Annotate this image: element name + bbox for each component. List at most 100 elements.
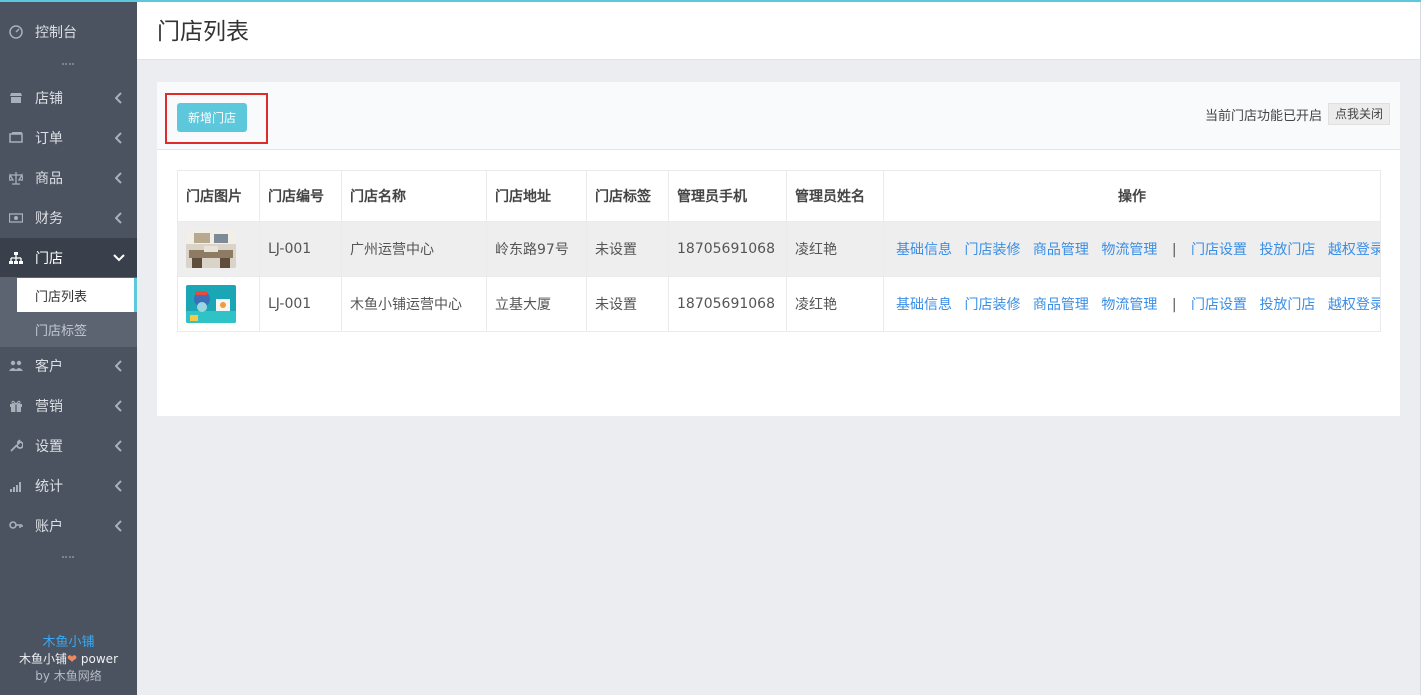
scale-icon <box>9 171 23 185</box>
sidebar-divider <box>62 556 74 558</box>
sidebar-item-stats[interactable]: 统计 <box>0 466 137 506</box>
sidebar-item-label: 客户 <box>35 359 63 375</box>
sidebar-item-settings[interactable]: 设置 <box>0 426 137 466</box>
chevron-left-icon <box>115 440 122 452</box>
store-code: LJ-001 <box>259 221 342 277</box>
store-address: 立基大厦 <box>486 276 587 332</box>
submenu-store-tags[interactable]: 门店标签 <box>17 312 137 346</box>
action-store-settings[interactable]: 门店设置 <box>1191 242 1247 258</box>
store-tag: 未设置 <box>586 276 669 332</box>
sidebar-item-label: 订单 <box>35 131 63 147</box>
store-thumbnail[interactable] <box>186 285 236 323</box>
action-goods-management[interactable]: 商品管理 <box>1033 297 1089 313</box>
store-name: 广州运营中心 <box>341 221 487 277</box>
store-table: 门店图片 门店编号 门店名称 门店地址 门店标签 管理员手机 管理员姓名 操作 … <box>177 170 1381 332</box>
store-list-card: 新增门店 当前门店功能已开启 点我关闭 门店图片 门店编号 门店名称 门店地址 … <box>157 82 1400 416</box>
chevron-left-icon <box>115 520 122 532</box>
chevron-left-icon <box>115 92 122 104</box>
store-submenu: 门店列表 门店标签 <box>0 277 137 347</box>
action-override-login[interactable]: 越权登录 <box>1328 297 1380 313</box>
store-thumbnail[interactable] <box>186 230 236 268</box>
action-store-decoration[interactable]: 门店装修 <box>964 297 1020 313</box>
money-icon <box>9 211 23 225</box>
sidebar-item-label: 商品 <box>35 171 63 187</box>
action-store-decoration[interactable]: 门店装修 <box>964 242 1020 258</box>
sidebar-divider <box>62 63 74 65</box>
sidebar-item-label: 设置 <box>35 439 63 455</box>
chevron-left-icon <box>115 212 122 224</box>
store-actions: 基础信息 门店装修 商品管理 物流管理 | 门店设置 投放门店 越权登录 <box>883 221 1381 277</box>
page-title: 门店列表 <box>157 19 249 45</box>
column-header: 管理员手机 <box>668 170 787 222</box>
add-store-button[interactable]: 新增门店 <box>177 103 247 132</box>
sidebar-item-label: 店铺 <box>35 91 63 107</box>
shop-icon <box>9 91 23 105</box>
action-store-settings[interactable]: 门店设置 <box>1191 297 1247 313</box>
signal-icon <box>9 479 23 493</box>
store-status-text: 当前门店功能已开启 <box>1204 109 1322 124</box>
sidebar-item-customer[interactable]: 客户 <box>0 346 137 386</box>
admin-name: 凌红艳 <box>786 221 884 277</box>
chevron-left-icon <box>115 132 122 144</box>
store-tag: 未设置 <box>586 221 669 277</box>
order-icon <box>9 131 23 145</box>
key-icon <box>9 519 23 533</box>
top-accent-bar <box>0 0 1421 2</box>
gift-icon <box>9 399 23 413</box>
footer-power: 木鱼小铺❤ power <box>19 652 118 666</box>
submenu-store-list[interactable]: 门店列表 <box>17 278 137 312</box>
sidebar-item-finance[interactable]: 财务 <box>0 198 137 238</box>
action-logistics-management[interactable]: 物流管理 <box>1101 297 1157 313</box>
store-actions: 基础信息 门店装修 商品管理 物流管理 | 门店设置 投放门店 越权登录 <box>883 276 1381 332</box>
sidebar-item-label: 门店 <box>35 251 63 267</box>
action-separator: | <box>1171 297 1177 313</box>
sidebar: 控制台 店铺 订单 商品 财务 门店 门店列表 门店标签 客户 营销 设置 统计… <box>0 0 137 695</box>
sidebar-footer: 木鱼小铺 木鱼小铺❤ power by 木鱼网络 <box>0 634 137 685</box>
sidebar-item-shop[interactable]: 店铺 <box>0 78 137 118</box>
store-code: LJ-001 <box>259 276 342 332</box>
chevron-left-icon <box>115 400 122 412</box>
column-header: 操作 <box>883 170 1381 222</box>
column-header: 门店名称 <box>341 170 487 222</box>
sidebar-item-marketing[interactable]: 营销 <box>0 386 137 426</box>
column-header: 门店图片 <box>177 170 260 222</box>
sidebar-item-label: 财务 <box>35 211 63 227</box>
toolbar: 新增门店 当前门店功能已开启 点我关闭 <box>157 82 1400 150</box>
page-header: 门店列表 <box>137 2 1421 60</box>
column-header: 管理员姓名 <box>786 170 884 222</box>
action-place-store[interactable]: 投放门店 <box>1259 242 1315 258</box>
users-icon <box>9 359 23 373</box>
store-image-cell <box>177 276 260 332</box>
action-basic-info[interactable]: 基础信息 <box>896 242 952 258</box>
column-header: 门店编号 <box>259 170 342 222</box>
footer-brand[interactable]: 木鱼小铺 <box>0 634 137 651</box>
store-name: 木鱼小铺运营中心 <box>341 276 487 332</box>
table-row: LJ-001 广州运营中心 岭东路97号 未设置 18705691068 凌红艳… <box>177 221 1381 277</box>
sidebar-item-account[interactable]: 账户 <box>0 506 137 546</box>
sidebar-item-label: 营销 <box>35 399 63 415</box>
sidebar-item-store[interactable]: 门店 <box>0 238 137 278</box>
admin-name: 凌红艳 <box>786 276 884 332</box>
heart-icon: ❤ <box>67 652 78 666</box>
action-basic-info[interactable]: 基础信息 <box>896 297 952 313</box>
close-store-feature-button[interactable]: 点我关闭 <box>1327 103 1390 125</box>
sidebar-item-dashboard[interactable]: 控制台 <box>0 12 137 52</box>
chevron-left-icon <box>115 480 122 492</box>
sidebar-item-order[interactable]: 订单 <box>0 118 137 158</box>
table-row: LJ-001 木鱼小铺运营中心 立基大厦 未设置 18705691068 凌红艳… <box>177 276 1381 332</box>
action-logistics-management[interactable]: 物流管理 <box>1101 242 1157 258</box>
action-override-login[interactable]: 越权登录 <box>1328 242 1380 258</box>
chevron-left-icon <box>115 172 122 184</box>
action-separator: | <box>1171 242 1177 258</box>
sitemap-icon <box>9 251 23 265</box>
action-place-store[interactable]: 投放门店 <box>1259 297 1315 313</box>
footer-by: by 木鱼网络 <box>35 669 102 683</box>
action-goods-management[interactable]: 商品管理 <box>1033 242 1089 258</box>
column-header: 门店地址 <box>486 170 587 222</box>
store-image-cell <box>177 221 260 277</box>
sidebar-item-goods[interactable]: 商品 <box>0 158 137 198</box>
table-header-row: 门店图片 门店编号 门店名称 门店地址 门店标签 管理员手机 管理员姓名 操作 <box>177 170 1381 222</box>
chevron-down-icon <box>113 254 125 262</box>
admin-phone: 18705691068 <box>668 276 787 332</box>
admin-phone: 18705691068 <box>668 221 787 277</box>
